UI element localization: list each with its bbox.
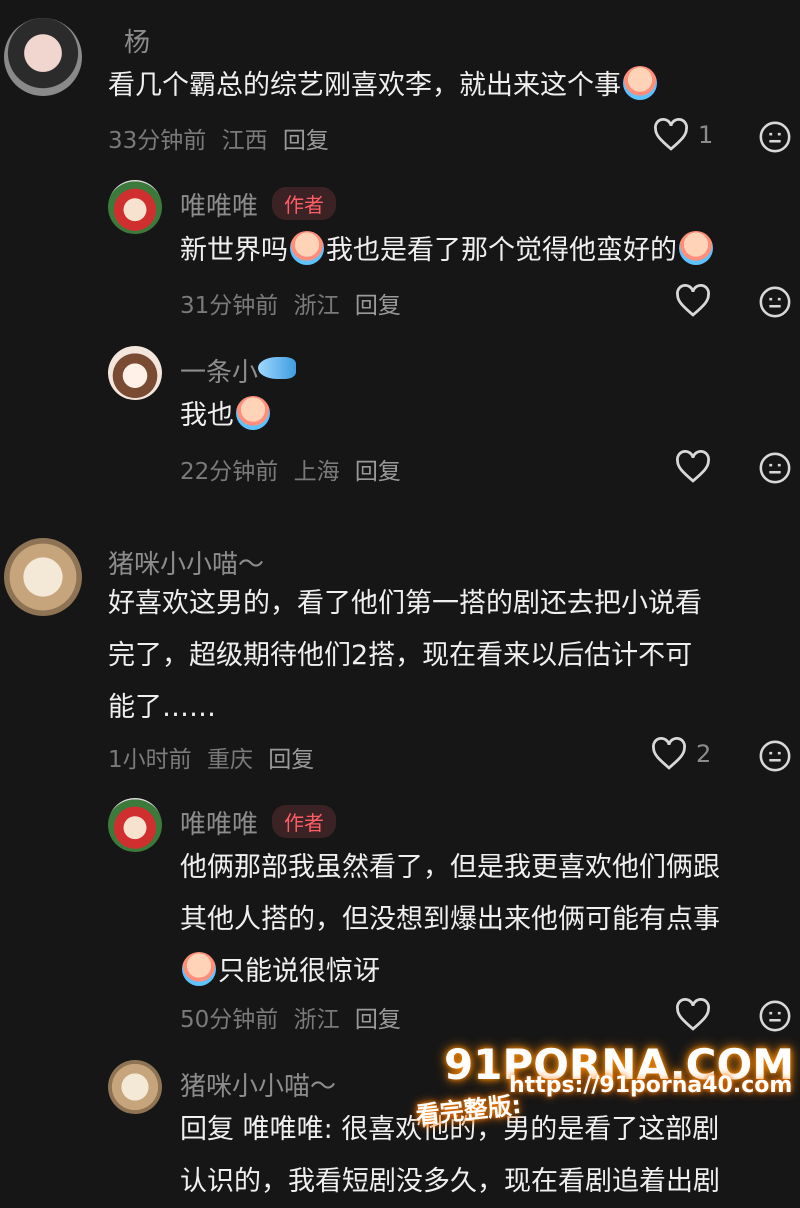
username[interactable]: 猪咪小小喵～ (108, 544, 264, 581)
username[interactable]: 杨 (124, 22, 150, 59)
comment-line-with-emoji: 只能说很惊讶 (180, 946, 720, 998)
author-badge: 作者 (272, 187, 337, 220)
crying-face-emoji-icon (679, 231, 713, 265)
neutral-face-icon (759, 121, 791, 153)
dislike-button[interactable] (758, 285, 792, 319)
comment-line: 回复 唯唯唯: 很喜欢他的，男的是看了这部剧 (180, 1114, 720, 1145)
avatar[interactable] (108, 1060, 162, 1114)
timestamp: 31分钟前 (180, 293, 279, 319)
comment-text: 看几个霸总的综艺刚喜欢李，就出来这个事 (108, 60, 659, 112)
heart-outline-icon (676, 284, 710, 317)
timestamp: 22分钟前 (180, 459, 279, 485)
like-button[interactable] (674, 284, 712, 318)
neutral-face-icon (759, 1000, 791, 1032)
timestamp: 50分钟前 (180, 1007, 279, 1033)
like-count: 2 (696, 740, 712, 768)
comment-line: 新世界吗 (180, 235, 288, 266)
like-count: 1 (698, 121, 714, 149)
crying-face-emoji-icon (182, 952, 216, 986)
watermark-url: https://91porna40.com (509, 1073, 793, 1098)
username-text[interactable]: 唯唯唯 (180, 192, 258, 222)
dislike-button[interactable] (758, 999, 792, 1033)
like-button[interactable]: 1 (652, 118, 713, 152)
like-button[interactable] (674, 450, 712, 484)
comment-line: 其他人搭的，但没想到爆出来他俩可能有点事 (180, 904, 720, 935)
heart-outline-icon (654, 118, 688, 151)
comment-text: 他俩那部我虽然看了，但是我更喜欢他们俩跟 其他人搭的，但没想到爆出来他俩可能有点… (180, 842, 720, 998)
comment-meta: 50分钟前 浙江 回复 (180, 1000, 409, 1034)
dislike-button[interactable] (758, 739, 792, 773)
location: 江西 (221, 128, 268, 154)
reply-button[interactable]: 回复 (268, 747, 314, 773)
like-button[interactable] (674, 998, 712, 1032)
heart-outline-icon (676, 450, 710, 483)
comment-line: 看几个霸总的综艺刚喜欢李，就出来这个事 (108, 70, 621, 101)
avatar[interactable] (4, 18, 82, 96)
location: 浙江 (293, 293, 340, 319)
neutral-face-icon (759, 740, 791, 772)
comment-line: 我也 (180, 400, 234, 431)
reply-button[interactable]: 回复 (283, 128, 329, 154)
comment-text: 回复 唯唯唯: 很喜欢他的，男的是看了这部剧 认识的，我看短剧没多久，现在看剧追… (180, 1104, 720, 1208)
crying-face-emoji-icon (236, 396, 270, 430)
cheeky-face-emoji-icon (290, 231, 324, 265)
heart-outline-icon (652, 737, 686, 770)
comment-meta: 22分钟前 上海 回复 (180, 452, 409, 486)
comment-line: 完了，超级期待他们2搭，现在看来以后估计不可 (108, 640, 693, 671)
username-text[interactable]: 唯唯唯 (180, 810, 258, 840)
reply-button[interactable]: 回复 (355, 459, 401, 485)
comment-line: 只能说很惊讶 (218, 956, 380, 987)
author-badge: 作者 (272, 805, 337, 838)
comment-line: 他俩那部我虽然看了，但是我更喜欢他们俩跟 (180, 852, 720, 883)
username[interactable]: 猪咪小小喵～ (180, 1066, 336, 1103)
comment-line: 能了…… (108, 692, 216, 723)
location: 浙江 (293, 1007, 340, 1033)
comment-meta: 1小时前 重庆 回复 (108, 740, 322, 774)
reply-button[interactable]: 回复 (355, 1007, 401, 1033)
neutral-face-icon (759, 286, 791, 318)
location: 上海 (293, 459, 340, 485)
avatar[interactable] (108, 798, 162, 852)
comment-meta: 33分钟前 江西 回复 (108, 121, 337, 155)
fish-emoji-icon (258, 357, 297, 379)
avatar[interactable] (4, 538, 82, 616)
username: 唯唯唯 作者 (180, 804, 337, 841)
dislike-button[interactable] (758, 451, 792, 485)
comment-text: 我也 (180, 390, 272, 442)
comment-text: 好喜欢这男的，看了他们第一搭的剧还去把小说看 完了，超级期待他们2搭，现在看来以… (108, 578, 702, 734)
comment-line: 我也是看了那个觉得他蛮好的 (326, 235, 677, 266)
avatar[interactable] (108, 346, 162, 400)
watermark-brand: 91PORNA.COM (444, 1040, 794, 1089)
reply-button[interactable]: 回复 (355, 293, 401, 319)
comment-line: 认识的，我看短剧没多久，现在看剧追着出剧 (180, 1166, 720, 1197)
timestamp: 33分钟前 (108, 128, 207, 154)
comment-line: 好喜欢这男的，看了他们第一搭的剧还去把小说看 (108, 588, 702, 619)
crying-face-emoji-icon (623, 66, 657, 100)
location: 重庆 (206, 747, 253, 773)
heart-outline-icon (676, 998, 710, 1031)
avatar[interactable] (108, 180, 162, 234)
neutral-face-icon (759, 452, 791, 484)
comment-meta: 31分钟前 浙江 回复 (180, 286, 409, 320)
dislike-button[interactable] (758, 120, 792, 154)
like-button[interactable]: 2 (650, 737, 711, 771)
username: 一条小 (180, 352, 297, 389)
timestamp: 1小时前 (108, 747, 192, 773)
comment-text: 新世界吗 我也是看了那个觉得他蛮好的 (180, 225, 715, 277)
username-text[interactable]: 一条小 (180, 358, 258, 388)
username: 唯唯唯 作者 (180, 186, 337, 223)
